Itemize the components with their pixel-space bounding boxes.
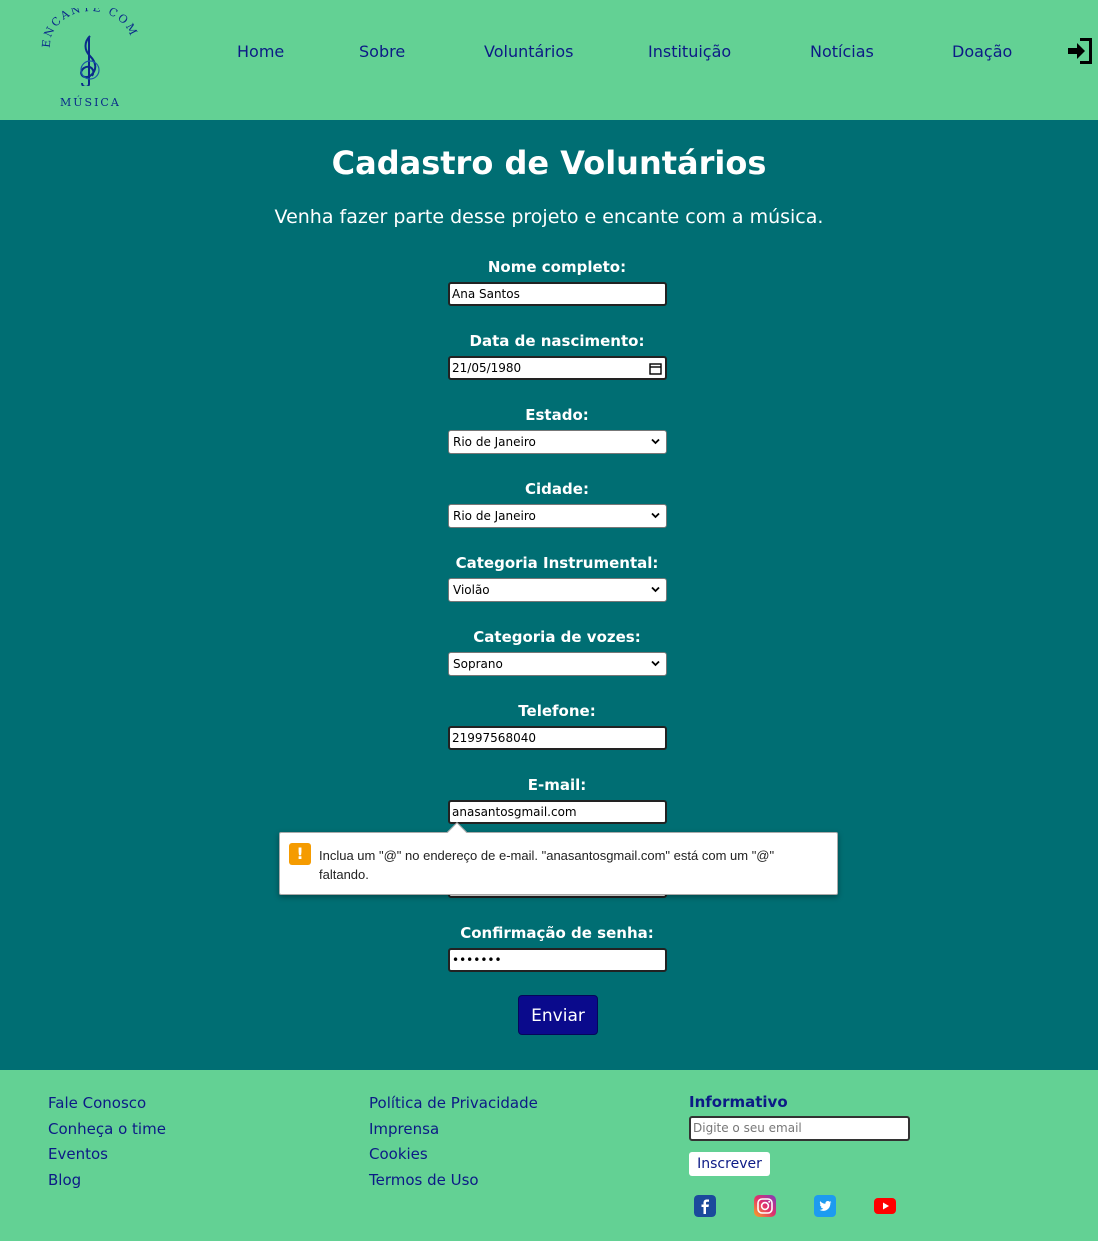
nome-input[interactable]: Ana Santos [448,282,667,306]
newsletter-title: Informativo [689,1093,788,1111]
treble-clef-icon [80,35,100,86]
subscribe-button[interactable]: Inscrever [689,1152,770,1176]
nome-label: Nome completo: [487,258,627,276]
confirmacao-label: Confirmação de senha: [460,924,654,942]
calendar-icon[interactable] [649,362,662,375]
nascimento-date-input[interactable]: 21/05/1980 [448,356,667,380]
site-footer: Fale Conosco Conheça o time Eventos Blog… [0,1070,1098,1241]
footer-link-privacidade[interactable]: Política de Privacidade [369,1094,538,1112]
footer-link-blog[interactable]: Blog [48,1171,81,1189]
estado-select[interactable]: Rio de Janeiro [448,430,667,454]
estado-value: Rio de Janeiro [453,435,536,449]
site-header: ENCANTE COM MÚSICA Home Sobre Voluntário… [0,0,1098,120]
newsletter-email-input[interactable]: Digite o seu email [689,1116,910,1141]
validation-message: Inclua um "@" no endereço de e-mail. "an… [319,848,775,882]
nav-sobre[interactable]: Sobre [359,42,405,61]
logo[interactable]: ENCANTE COM MÚSICA [40,8,140,112]
nav-voluntarios[interactable]: Voluntários [484,42,573,61]
youtube-icon[interactable] [874,1195,896,1217]
cidade-value: Rio de Janeiro [453,509,536,523]
facebook-icon[interactable] [694,1195,716,1217]
nav-noticias[interactable]: Notícias [810,42,874,61]
email-label: E-mail: [527,776,587,794]
page-subtitle: Venha fazer parte desse projeto e encant… [274,206,824,228]
footer-link-fale-conosco[interactable]: Fale Conosco [48,1094,146,1112]
chevron-down-icon [651,660,660,667]
footer-link-cookies[interactable]: Cookies [369,1145,428,1163]
voz-value: Soprano [453,657,503,671]
tooltip-arrow [447,822,467,842]
instrumento-label: Categoria Instrumental: [455,554,659,572]
footer-link-termos[interactable]: Termos de Uso [369,1171,479,1189]
cidade-label: Cidade: [525,480,589,498]
instagram-icon[interactable] [754,1195,776,1217]
nav-doacao[interactable]: Doação [952,42,1012,61]
validation-tooltip: ! Inclua um "@" no endereço de e-mail. "… [279,822,838,895]
logo-bottom-text: MÚSICA [60,96,121,109]
nascimento-value: 21/05/1980 [452,361,522,375]
footer-link-imprensa[interactable]: Imprensa [369,1120,439,1138]
voz-select[interactable]: Soprano [448,652,667,676]
email-input[interactable]: anasantosgmail.com [448,800,667,824]
telefone-label: Telefone: [518,702,596,720]
twitter-icon[interactable] [814,1195,836,1217]
chevron-down-icon [651,586,660,593]
sign-in-icon[interactable] [1066,36,1094,66]
instrumento-value: Violão [453,583,490,597]
confirmacao-input[interactable]: ••••••• [448,948,667,972]
warning-icon: ! [289,843,311,865]
estado-label: Estado: [525,406,589,424]
voz-label: Categoria de vozes: [473,628,641,646]
nascimento-label: Data de nascimento: [469,332,645,350]
footer-link-conheca-time[interactable]: Conheça o time [48,1120,166,1138]
page-title: Cadastro de Voluntários [331,144,767,182]
instrumento-select[interactable]: Violão [448,578,667,602]
submit-button[interactable]: Enviar [518,995,598,1035]
cidade-select[interactable]: Rio de Janeiro [448,504,667,528]
chevron-down-icon [651,512,660,519]
nav-home[interactable]: Home [237,42,284,61]
chevron-down-icon [651,438,660,445]
telefone-input[interactable]: 21997568040 [448,726,667,750]
nav-instituicao[interactable]: Instituição [648,42,731,61]
footer-link-eventos[interactable]: Eventos [48,1145,108,1163]
